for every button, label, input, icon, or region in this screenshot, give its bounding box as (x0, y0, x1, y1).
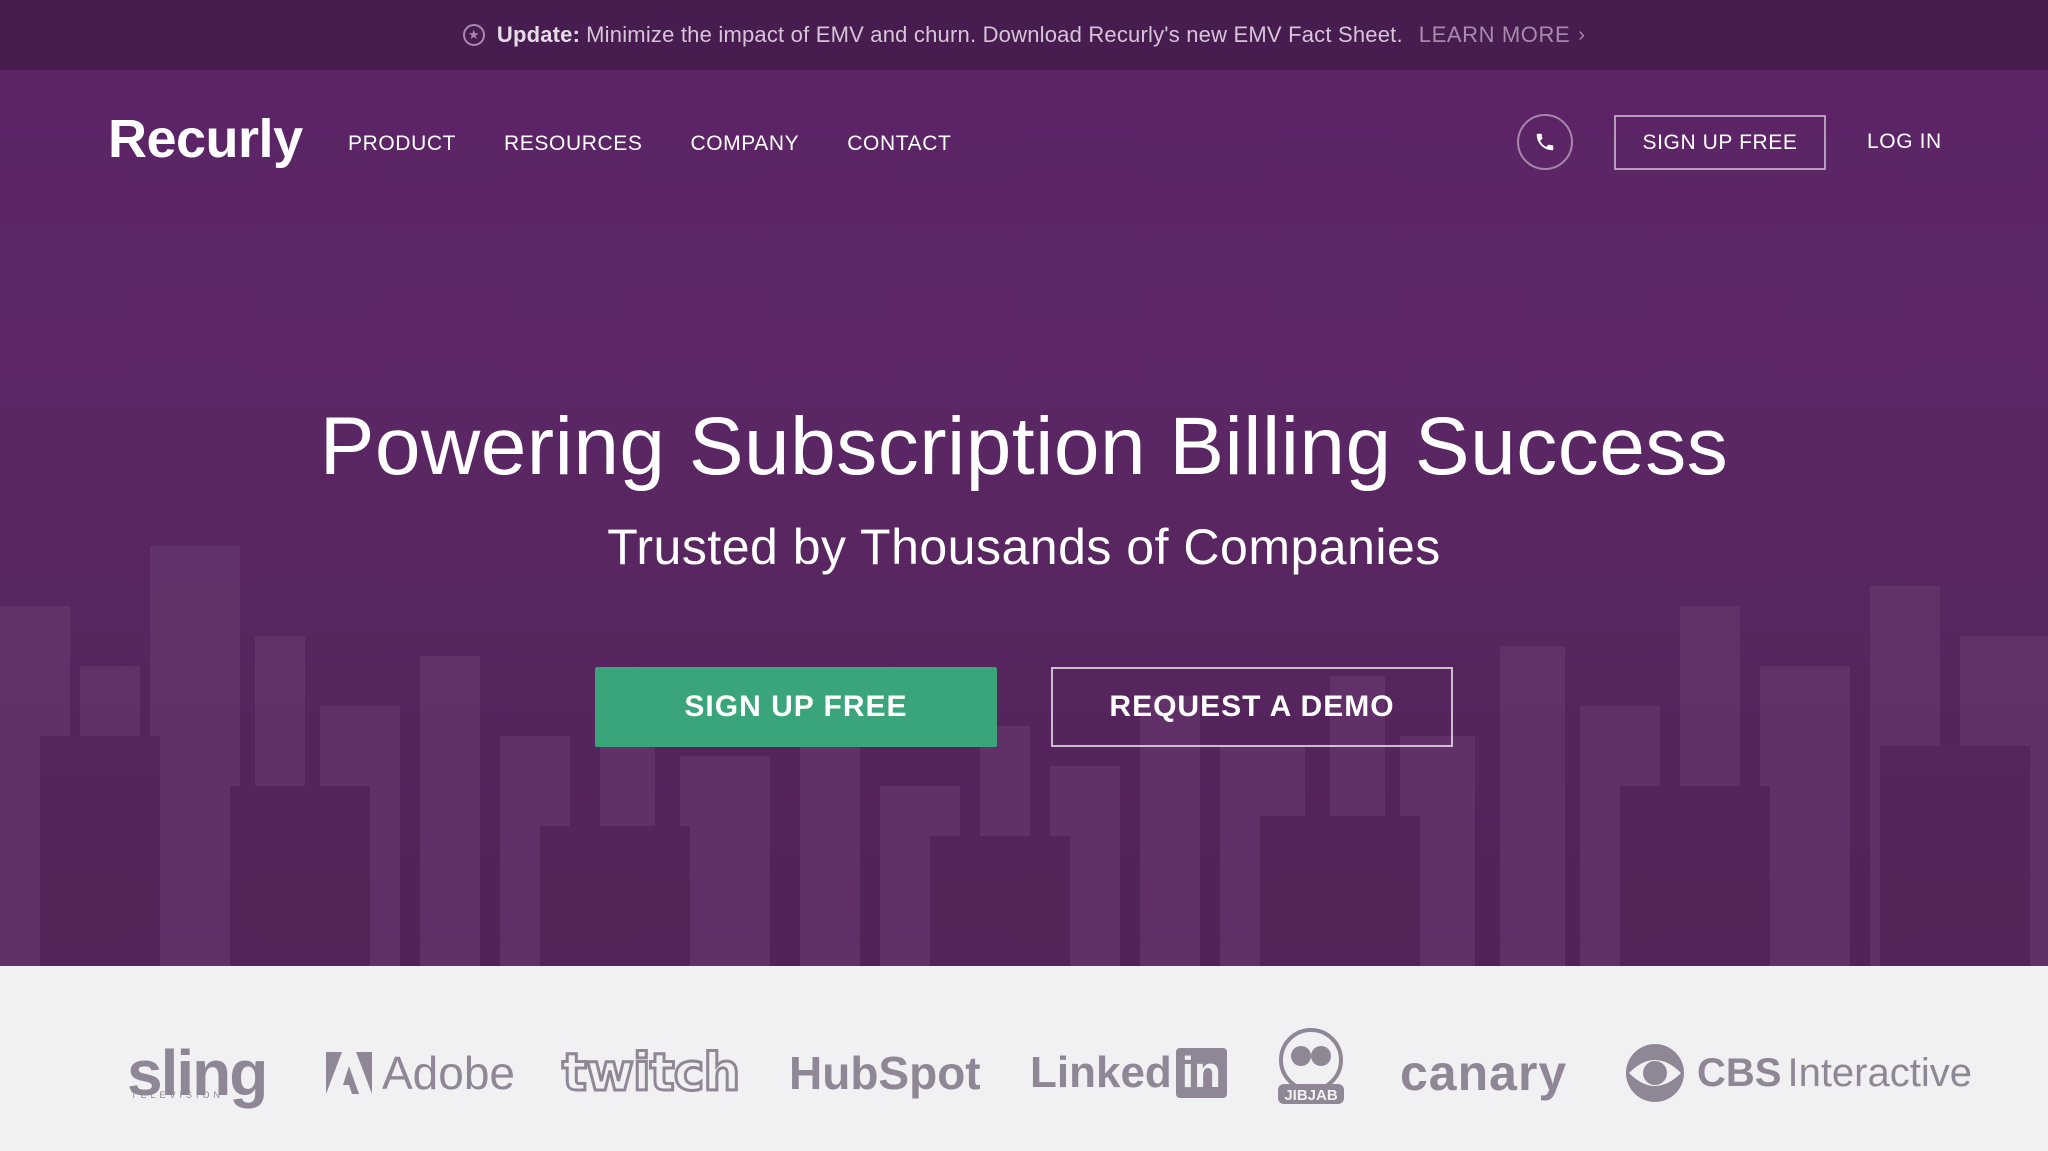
hero-section: Recurly PRODUCT RESOURCES COMPANY CONTAC… (0, 70, 2048, 966)
nav-signup-button[interactable]: SIGN UP FREE (1614, 115, 1826, 170)
linkedin-logo-text: Linked (1030, 1048, 1172, 1097)
canary-logo: canary (1400, 1045, 1568, 1101)
announcement-bar: ★ Update: Minimize the impact of EMV and… (0, 0, 2048, 70)
top-navigation: Recurly PRODUCT RESOURCES COMPANY CONTAC… (0, 70, 2048, 215)
learn-more-link[interactable]: LEARN MORE (1419, 22, 1570, 48)
nav-link-product[interactable]: PRODUCT (348, 132, 456, 156)
linkedin-logo-in: in (1175, 1048, 1227, 1098)
request-demo-button[interactable]: REQUEST A DEMO (1051, 667, 1453, 747)
linkedin-logo: Linked in (1030, 1038, 1227, 1108)
hero-signup-button[interactable]: SIGN UP FREE (595, 667, 997, 747)
jibjab-logo-text: JIBJAB (1284, 1087, 1338, 1104)
cbs-interactive-logo: CBS Interactive (1625, 1038, 1972, 1108)
nav-link-company[interactable]: COMPANY (690, 132, 799, 156)
customer-logos-strip: sling TELEVISION Adobe twitch HubSpot Li… (0, 966, 2048, 1151)
announcement-label: Update: (496, 22, 581, 47)
jibjab-logo: JIBJAB (1278, 1028, 1344, 1104)
announcement-text: Minimize the impact of EMV and churn. Do… (586, 22, 1403, 47)
phone-button[interactable] (1517, 114, 1573, 170)
hero-subheadline: Trusted by Thousands of Companies (607, 519, 1441, 575)
star-icon: ★ (462, 24, 485, 46)
cbs-logo-text: CBS (1697, 1050, 1782, 1095)
cbs-eye-icon (1626, 1044, 1684, 1102)
adobe-logo: Adobe (326, 1038, 515, 1108)
hero-headline: Powering Subscription Billing Success (319, 401, 1729, 492)
chevron-right-icon[interactable]: › (1578, 24, 1585, 47)
login-link[interactable]: LOG IN (1867, 130, 1942, 154)
twitch-logo: twitch (560, 1042, 741, 1105)
adobe-logo-text: Adobe (382, 1047, 516, 1099)
sling-logo-subtext: TELEVISION (131, 1090, 225, 1100)
hubspot-logo: HubSpot (789, 1047, 981, 1099)
adobe-mark-icon (326, 1052, 372, 1094)
nav-links: PRODUCT RESOURCES COMPANY CONTACT (348, 132, 951, 156)
recurly-logo[interactable]: Recurly (108, 108, 303, 170)
interactive-logo-text: Interactive (1787, 1050, 1972, 1095)
nav-link-contact[interactable]: CONTACT (847, 132, 951, 156)
phone-icon (1536, 133, 1554, 151)
nav-link-resources[interactable]: RESOURCES (504, 132, 642, 156)
